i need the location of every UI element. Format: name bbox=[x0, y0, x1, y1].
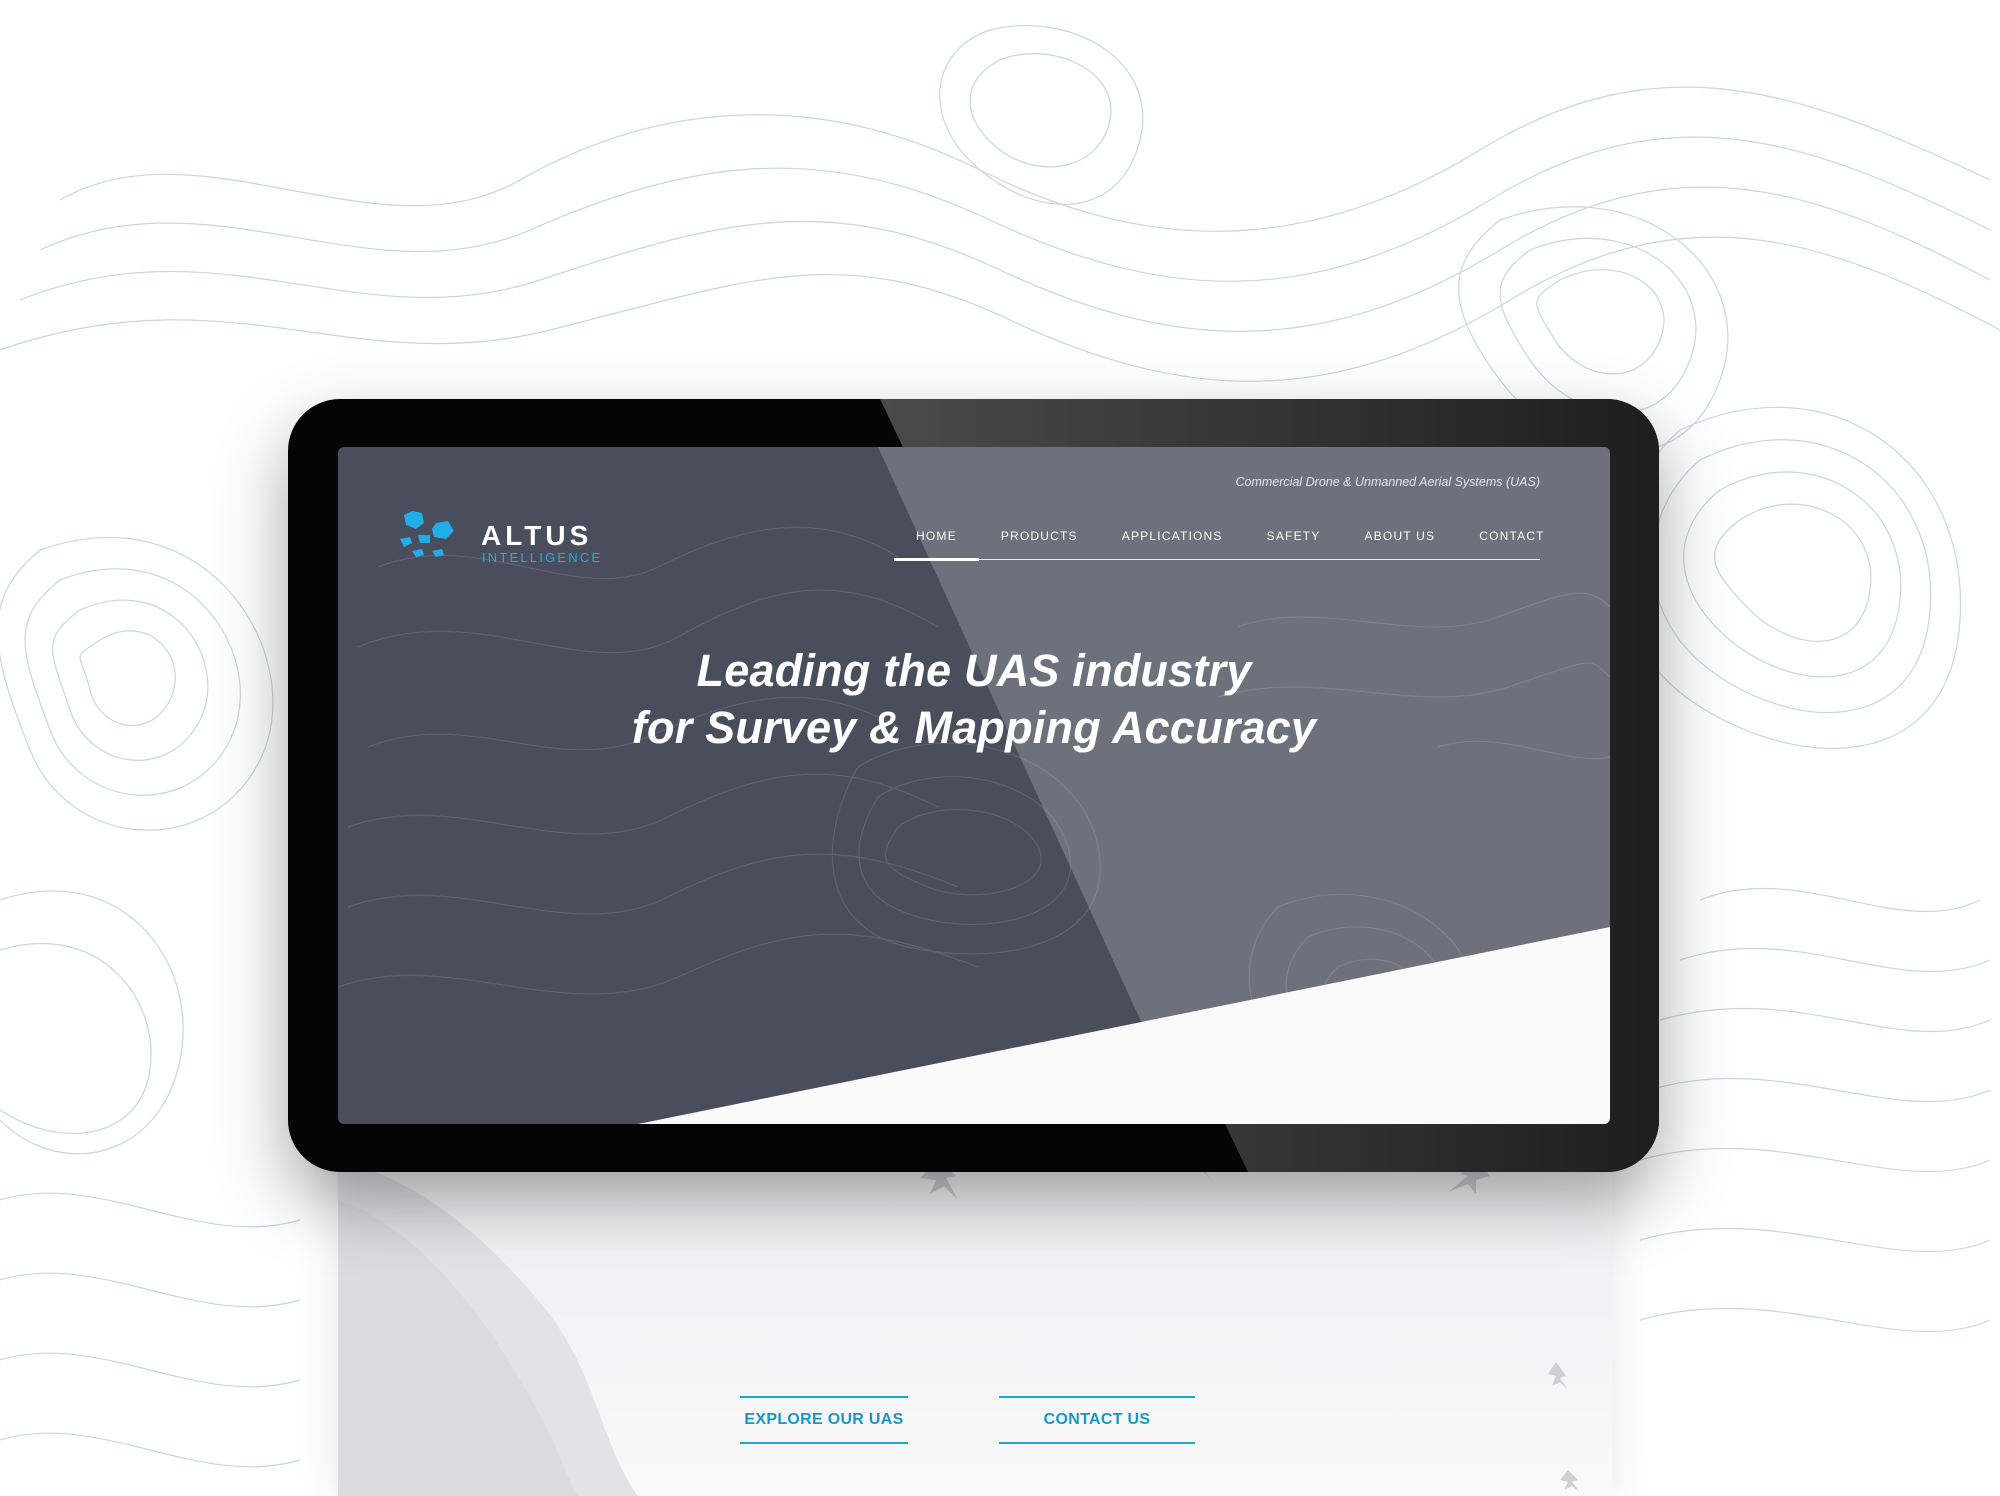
website-screen: Commercial Drone & Unmanned Aerial Syste… bbox=[338, 447, 1610, 1124]
hero-headline-line-2: for Survey & Mapping Accuracy bbox=[631, 702, 1317, 753]
nav-products[interactable]: PRODUCTS bbox=[979, 529, 1100, 559]
main-navigation: HOME PRODUCTS APPLICATIONS SAFETY ABOUT … bbox=[894, 529, 1544, 561]
altus-logo[interactable]: ALTUS INTELLIGENCE bbox=[398, 509, 608, 569]
site-tagline: Commercial Drone & Unmanned Aerial Syste… bbox=[1235, 475, 1541, 489]
hexagon-cluster-icon bbox=[400, 511, 454, 557]
page-lower-section: EXPLORE OUR UAS CONTACT US bbox=[338, 1140, 1612, 1496]
nav-contact[interactable]: CONTACT bbox=[1457, 529, 1567, 559]
logo-wordmark: ALTUS bbox=[481, 520, 593, 551]
hero-headline-line-1: Leading the UAS industry bbox=[696, 645, 1252, 696]
nav-safety[interactable]: SAFETY bbox=[1245, 529, 1343, 559]
contact-us-button[interactable]: CONTACT US bbox=[999, 1396, 1195, 1444]
explore-uas-button[interactable]: EXPLORE OUR UAS bbox=[740, 1396, 908, 1444]
hero-headline: Leading the UAS industry for Survey & Ma… bbox=[338, 642, 1610, 756]
logo-subtitle: INTELLIGENCE bbox=[482, 550, 603, 565]
nav-home[interactable]: HOME bbox=[894, 529, 979, 561]
nav-about-us[interactable]: ABOUT US bbox=[1343, 529, 1458, 559]
display-device-frame: Commercial Drone & Unmanned Aerial Syste… bbox=[288, 399, 1659, 1172]
nav-applications[interactable]: APPLICATIONS bbox=[1100, 529, 1245, 559]
coastal-rock-photo bbox=[338, 1140, 1580, 1496]
